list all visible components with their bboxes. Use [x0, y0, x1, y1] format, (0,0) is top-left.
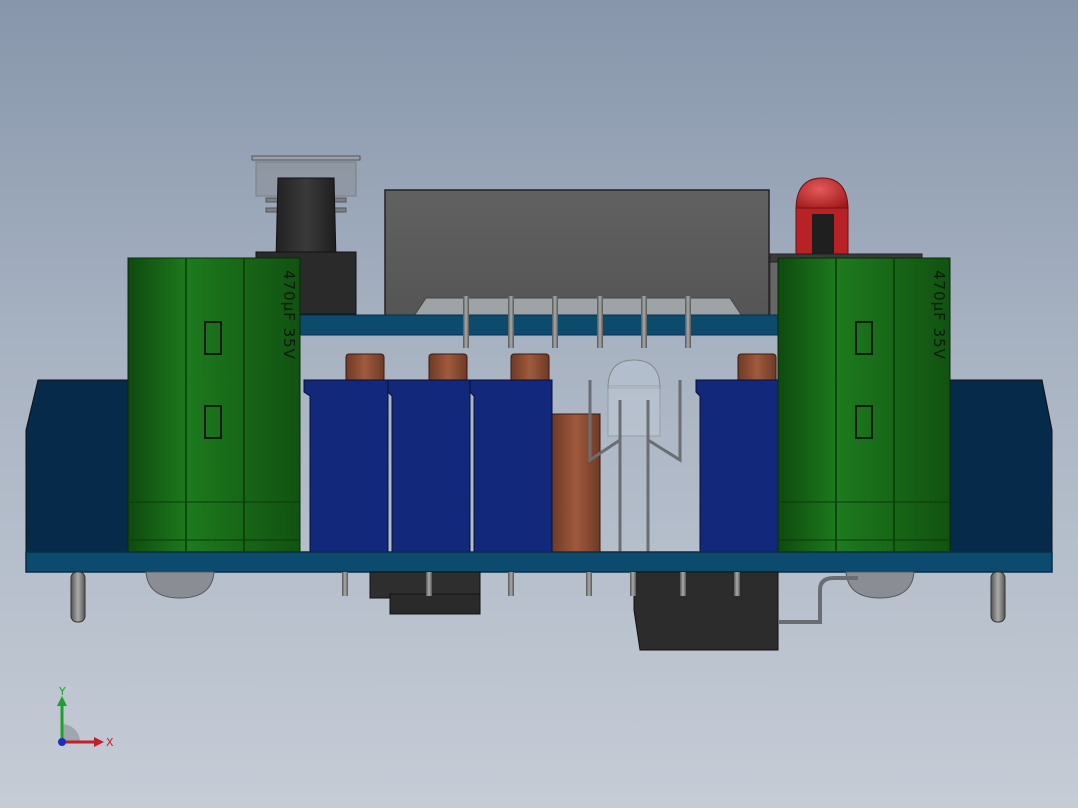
pcb-assembly-model[interactable]: 470μF 35V 470μF 35V — [0, 0, 1078, 808]
3d-viewport[interactable]: 470μF 35V 470μF 35V Y X — [0, 0, 1078, 808]
pcb-upper — [299, 314, 781, 336]
capacitor-bank-right: 470μF 35V — [777, 257, 951, 553]
clear-led — [588, 359, 682, 552]
capacitor-rating-right: 470μF 35V — [930, 270, 948, 360]
ceramic-capacitors — [303, 379, 779, 553]
bottom-components — [145, 571, 915, 651]
regulator-ic[interactable] — [384, 189, 785, 317]
capacitor-rating-left: 470μF 35V — [280, 270, 298, 360]
y-axis-label: Y — [58, 685, 66, 698]
capacitor-bank-left: 470μF 35V — [127, 257, 301, 553]
x-axis-arrow — [94, 737, 104, 747]
z-axis-dot — [58, 738, 66, 746]
heatsink-left — [25, 379, 129, 553]
pcb-main — [25, 551, 1053, 573]
red-led — [769, 177, 923, 263]
axis-triad[interactable]: Y X — [40, 684, 130, 764]
heatsink-right — [949, 379, 1053, 553]
x-axis-label: X — [106, 736, 114, 749]
